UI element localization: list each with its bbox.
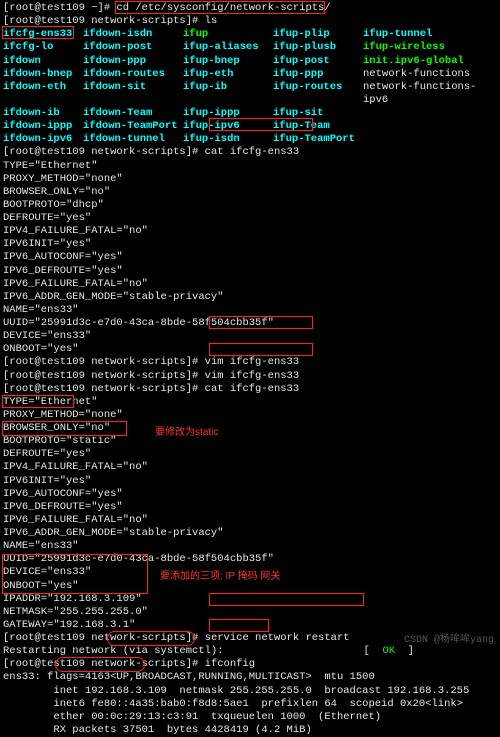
ls-item: ifdown-isdn bbox=[83, 28, 183, 41]
config-line: PROXY_METHOD="none" bbox=[3, 173, 497, 186]
ls-item: ifdown-ib bbox=[3, 107, 83, 120]
ls-item: ifup-ippp bbox=[183, 107, 273, 120]
ifconfig-output: inet6 fe80::4a35:bab0:f8d8:5ae1 prefixle… bbox=[3, 698, 497, 711]
config-line: IPV6_DEFROUTE="yes" bbox=[3, 501, 497, 514]
ls-item: ifdown-eth bbox=[3, 81, 83, 107]
config-line: IPV6_ADDR_GEN_MODE="stable-privacy" bbox=[3, 527, 497, 540]
ls-item: ifdown-post bbox=[83, 41, 183, 54]
ls-item: ifdown bbox=[3, 55, 83, 68]
prompt-line[interactable]: [root@test109 network-scripts]# ifconfig bbox=[3, 658, 497, 671]
config-line: TYPE="Ethernet" bbox=[3, 160, 497, 173]
config-line: GATEWAY="192.168.3.1" bbox=[3, 619, 497, 632]
config-line: IPV4_FAILURE_FATAL="no" bbox=[3, 225, 497, 238]
config-line: BOOTPROTO="static" bbox=[3, 435, 497, 448]
ls-item: ifup-routes bbox=[273, 81, 363, 107]
config-line: PROXY_METHOD="none" bbox=[3, 409, 497, 422]
annotation-static: 要修改为static bbox=[155, 427, 218, 440]
config-line: UUID="25991d3c-e7d0-43ca-8bde-58f504cbb3… bbox=[3, 553, 497, 566]
ls-item: ifdown-ppp bbox=[83, 55, 183, 68]
prompt-line[interactable]: [root@test109 network-scripts]# cat ifcf… bbox=[3, 146, 497, 159]
ls-item: ifup-sit bbox=[273, 107, 363, 120]
config-line: UUID="25991d3c-e7d0-43ca-8bde-58f504cbb3… bbox=[3, 317, 497, 330]
config-line: NAME="ens33" bbox=[3, 540, 497, 553]
config-line: ONBOOT="yes" bbox=[3, 343, 497, 356]
config-line: IPV6INIT="yes" bbox=[3, 238, 497, 251]
config-line: IPV6_DEFROUTE="yes" bbox=[3, 265, 497, 278]
ls-item: ifup-isdn bbox=[183, 133, 273, 146]
config-line: TYPE="Ethernet" bbox=[3, 396, 497, 409]
prompt-line[interactable]: [root@test109 network-scripts]# cat ifcf… bbox=[3, 383, 497, 396]
ls-item: ifdown-ipv6 bbox=[3, 133, 83, 146]
config-line: IPV4_FAILURE_FATAL="no" bbox=[3, 461, 497, 474]
ifconfig-output: inet 192.168.3.109 netmask 255.255.255.0… bbox=[3, 685, 497, 698]
config-line: IPV6_AUTOCONF="yes" bbox=[3, 251, 497, 264]
config-line: IPV6_FAILURE_FATAL="no" bbox=[3, 514, 497, 527]
ls-item: ifup bbox=[183, 28, 273, 41]
prompt-line[interactable]: [root@test109 network-scripts]# ls bbox=[3, 15, 497, 28]
config-line: DEVICE="ens33" bbox=[3, 330, 497, 343]
config-line: IPV6INIT="yes" bbox=[3, 475, 497, 488]
annotation-three: 要添加的三项: IP 掩码 网关 bbox=[160, 571, 280, 584]
ls-item: ifup-ipv6 bbox=[183, 120, 273, 133]
ls-item: ifdown-sit bbox=[83, 81, 183, 107]
prompt-line[interactable]: [root@test109 ~]# cd /etc/sysconfig/netw… bbox=[3, 2, 497, 15]
ifconfig-output: RX packets 37501 bytes 4428419 (4.2 MiB) bbox=[3, 724, 497, 737]
ls-item: network-functions-ipv6 bbox=[363, 81, 497, 107]
ls-item: ifdown-routes bbox=[83, 68, 183, 81]
prompt-line[interactable]: [root@test109 network-scripts]# vim ifcf… bbox=[3, 356, 497, 369]
ls-item: ifdown-TeamPort bbox=[83, 120, 183, 133]
ls-item: network-functions bbox=[363, 68, 497, 81]
ls-item: ifup-aliases bbox=[183, 41, 273, 54]
config-line: IPV6_AUTOCONF="yes" bbox=[3, 488, 497, 501]
ls-output: ifcfg-ens33ifdown-isdnifupifup-plipifup-… bbox=[3, 28, 497, 146]
ls-item: ifup-ib bbox=[183, 81, 273, 107]
ls-item: ifdown-tunnel bbox=[83, 133, 183, 146]
config-line: IPV6_FAILURE_FATAL="no" bbox=[3, 278, 497, 291]
ls-item bbox=[363, 120, 497, 133]
ls-item: ifdown-bnep bbox=[3, 68, 83, 81]
ls-item: ifdown-ippp bbox=[3, 120, 83, 133]
ls-item: ifup-wireless bbox=[363, 41, 497, 54]
config-line: DEFROUTE="yes" bbox=[3, 212, 497, 225]
ls-item: ifup-plip bbox=[273, 28, 363, 41]
ls-item: ifdown-Team bbox=[83, 107, 183, 120]
ls-item: ifup-TeamPort bbox=[273, 133, 363, 146]
ls-item: ifup-eth bbox=[183, 68, 273, 81]
ls-item bbox=[363, 133, 497, 146]
ls-item bbox=[363, 107, 497, 120]
config-line: BOOTPROTO="dhcp" bbox=[3, 199, 497, 212]
config-line: NETMASK="255.255.255.0" bbox=[3, 606, 497, 619]
cat-output-1: TYPE="Ethernet"PROXY_METHOD="none"BROWSE… bbox=[3, 160, 497, 357]
ls-item: ifup-tunnel bbox=[363, 28, 497, 41]
config-line: IPV6_ADDR_GEN_MODE="stable-privacy" bbox=[3, 291, 497, 304]
ls-item: ifcfg-lo bbox=[3, 41, 83, 54]
ls-item: ifup-ppp bbox=[273, 68, 363, 81]
cat-output-2: TYPE="Ethernet"PROXY_METHOD="none"BROWSE… bbox=[3, 396, 497, 632]
prompt-line[interactable]: [root@test109 network-scripts]# vim ifcf… bbox=[3, 370, 497, 383]
ls-item: ifup-bnep bbox=[183, 55, 273, 68]
config-line: DEFROUTE="yes" bbox=[3, 448, 497, 461]
ifconfig-output: ens33: flags=4163<UP,BROADCAST,RUNNING,M… bbox=[3, 671, 497, 684]
config-line: IPADDR="192.168.3.109" bbox=[3, 593, 497, 606]
service-output: Restarting network (via systemctl):[ OK … bbox=[3, 645, 497, 658]
ls-item: ifup-Team bbox=[273, 120, 363, 133]
config-line: BROWSER_ONLY="no" bbox=[3, 186, 497, 199]
ifconfig-output: ether 00:0c:29:13:c3:91 txqueuelen 1000 … bbox=[3, 711, 497, 724]
ls-item: init.ipv6-global bbox=[363, 55, 497, 68]
ls-item: ifup-plusb bbox=[273, 41, 363, 54]
config-line: BROWSER_ONLY="no" bbox=[3, 422, 497, 435]
config-line: NAME="ens33" bbox=[3, 304, 497, 317]
ls-item: ifup-post bbox=[273, 55, 363, 68]
ls-item: ifcfg-ens33 bbox=[3, 28, 83, 41]
watermark: CSDN @杨哞哞yang bbox=[404, 635, 494, 648]
